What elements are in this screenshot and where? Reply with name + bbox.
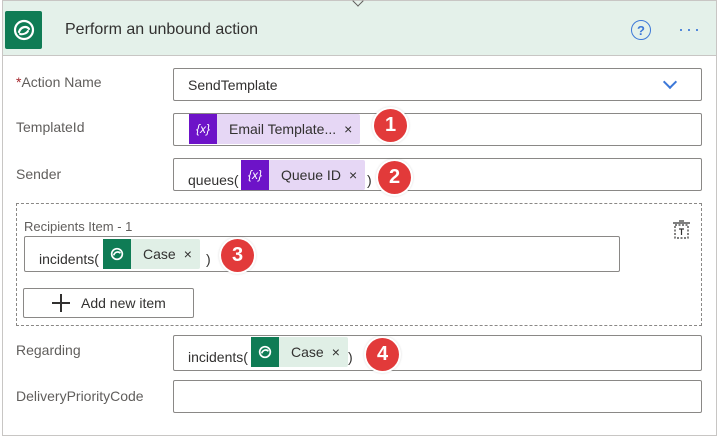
variable-icon: {x} — [241, 160, 269, 190]
token-remove-icon[interactable]: × — [342, 121, 360, 137]
token-remove-icon[interactable]: × — [347, 167, 365, 183]
delivery-priority-field[interactable] — [173, 380, 702, 413]
template-id-label: TemplateId — [16, 119, 85, 135]
add-new-item-button[interactable]: Add new item — [23, 288, 194, 318]
regarding-suffix: ) — [348, 349, 353, 365]
email-template-token[interactable]: {x} Email Template... × — [189, 114, 361, 144]
token-remove-icon[interactable]: × — [330, 344, 348, 360]
dataverse-icon — [5, 11, 42, 49]
callout-badge-1: 1 — [374, 109, 407, 142]
recipients-item-label: Recipients Item - 1 — [24, 219, 133, 234]
action-name-label: *Action Name — [16, 74, 102, 90]
token-label: Case — [291, 344, 324, 360]
more-ellipsis-icon[interactable]: ··· — [678, 20, 702, 38]
action-title[interactable]: Perform an unbound action — [65, 21, 258, 39]
variable-icon: {x} — [189, 114, 217, 144]
callout-badge-2: 2 — [378, 161, 411, 194]
action-name-dropdown[interactable]: SendTemplate — [173, 68, 702, 101]
token-label: Email Template... — [229, 121, 337, 137]
recipients-suffix: ) — [206, 251, 211, 267]
plus-icon — [52, 294, 70, 312]
token-label: Queue ID — [281, 167, 341, 183]
dataverse-icon — [251, 337, 279, 367]
add-new-item-label: Add new item — [81, 295, 166, 311]
delivery-priority-label: DeliveryPriorityCode — [16, 388, 144, 404]
sender-suffix: ) — [367, 172, 372, 188]
action-name-value: SendTemplate — [188, 77, 278, 93]
dataverse-icon — [103, 239, 131, 269]
sender-label: Sender — [16, 166, 62, 182]
queue-id-token[interactable]: {x} Queue ID × — [241, 160, 366, 190]
delete-array-icon[interactable] — [672, 220, 692, 240]
sender-prefix: queues( — [188, 172, 239, 188]
callout-badge-4: 4 — [366, 338, 399, 371]
regarding-label: Regarding — [16, 342, 81, 358]
chevron-down-icon[interactable] — [662, 74, 678, 90]
callout-badge-3: 3 — [221, 239, 254, 272]
regarding-prefix: incidents( — [188, 349, 248, 365]
case-token[interactable]: Case × — [103, 239, 200, 269]
help-circle-icon[interactable]: ? — [631, 20, 651, 40]
token-remove-icon[interactable]: × — [182, 246, 200, 262]
recipients-prefix: incidents( — [39, 251, 99, 267]
case-token[interactable]: Case × — [251, 337, 348, 367]
token-label: Case — [143, 246, 176, 262]
